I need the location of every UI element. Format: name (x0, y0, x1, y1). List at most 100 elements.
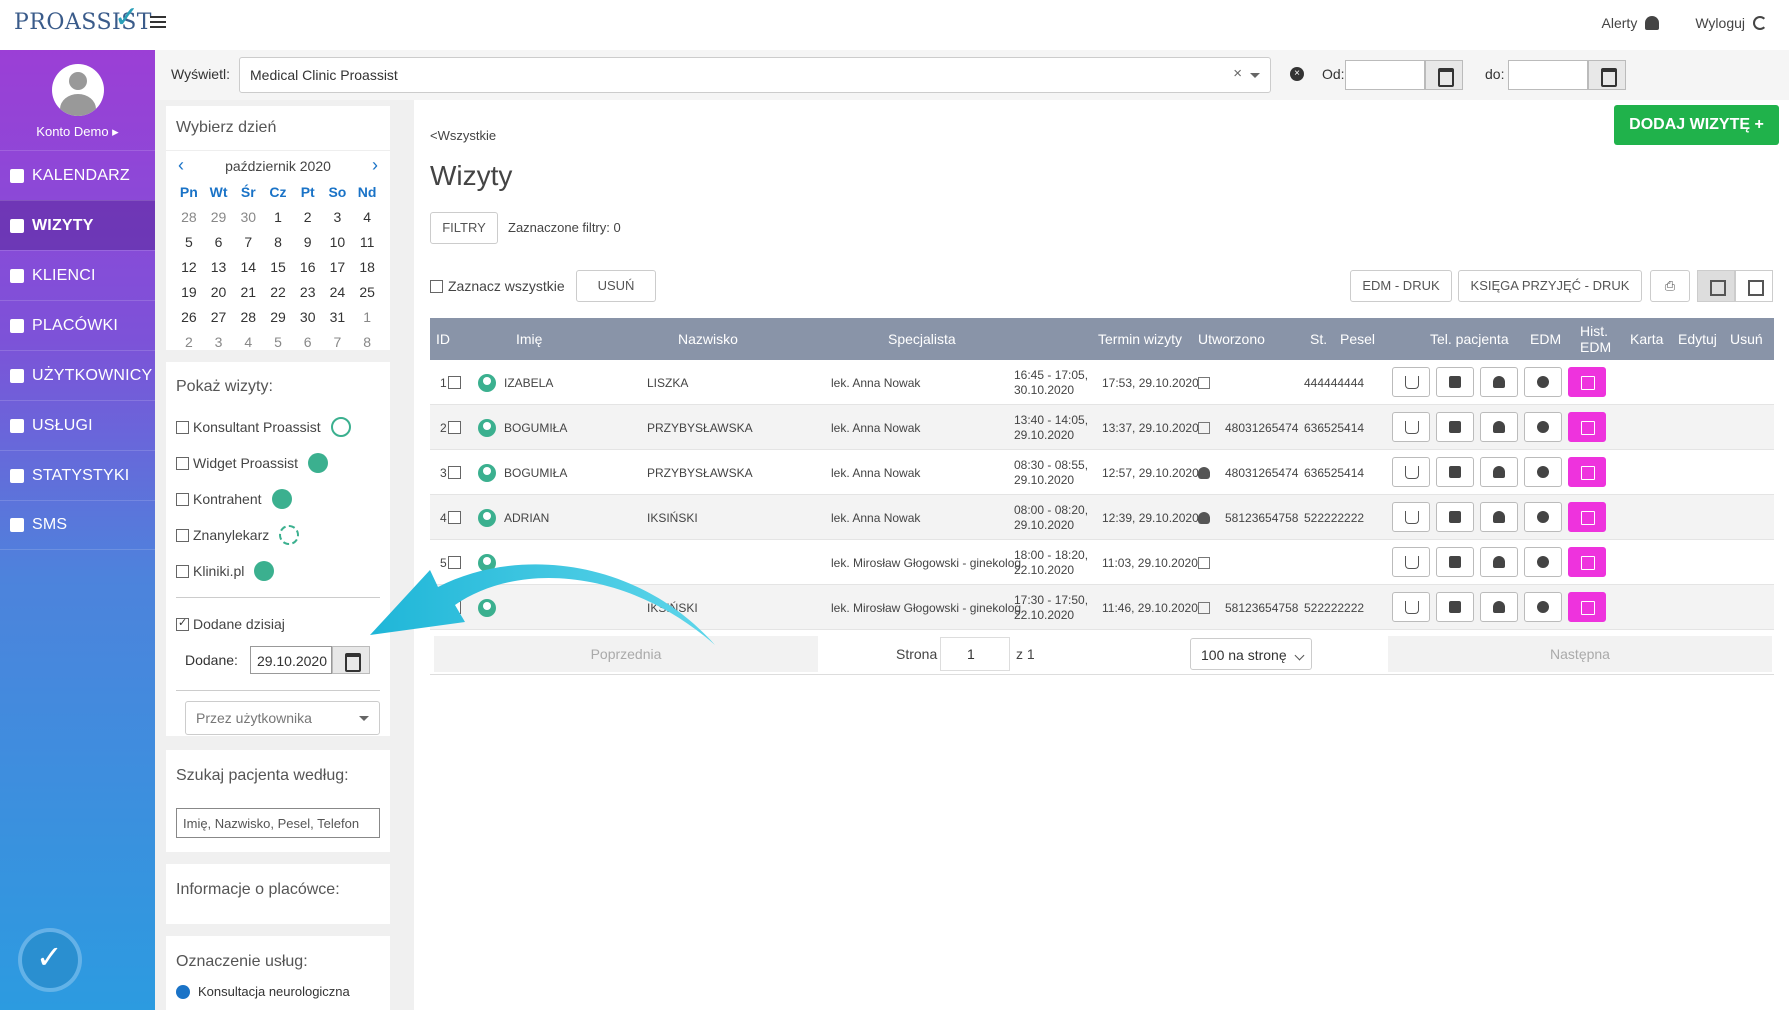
calendar-day[interactable]: 22 (263, 280, 293, 304)
calendar-day[interactable]: 15 (263, 255, 293, 279)
col-specialist[interactable]: Specjalista (888, 331, 956, 347)
calendar-day[interactable]: 31 (323, 305, 353, 329)
filters-button[interactable]: FILTRY (430, 212, 498, 244)
calendar-day[interactable]: 28 (174, 205, 204, 229)
patient-card-icon[interactable] (1480, 412, 1518, 442)
col-term[interactable]: Termin wizyty (1098, 331, 1182, 347)
checkbox[interactable] (448, 421, 461, 434)
history-briefcase-icon[interactable] (1436, 547, 1474, 577)
history-briefcase-icon[interactable] (1436, 412, 1474, 442)
profile[interactable]: Konto Demo ▸ (0, 50, 155, 150)
calendar-day[interactable]: 2 (174, 330, 204, 354)
checkbox[interactable] (448, 466, 461, 479)
delete-trash-icon[interactable] (1568, 412, 1606, 442)
calendar-day[interactable]: 1 (263, 205, 293, 229)
next-month-icon[interactable]: › (372, 155, 378, 176)
calendar-day[interactable]: 11 (352, 230, 382, 254)
sidebar-item-wizyty[interactable]: WIZYTY (0, 200, 155, 250)
edm-print-button[interactable]: EDM - DRUK (1350, 270, 1452, 302)
table-row[interactable]: 4 ADRIAN IKSIŃSKI lek. Anna Nowak 08:00 … (430, 495, 1774, 540)
row-checkbox[interactable] (448, 360, 461, 405)
history-briefcase-icon[interactable] (1436, 457, 1474, 487)
calendar-day[interactable]: 26 (174, 305, 204, 329)
checkbox[interactable] (176, 456, 189, 470)
calendar-day[interactable]: 23 (293, 280, 323, 304)
calendar-day[interactable]: 25 (352, 280, 382, 304)
add-visit-button[interactable]: DODAJ WIZYTĘ + (1614, 105, 1779, 145)
calendar-day[interactable]: 24 (323, 280, 353, 304)
account-name[interactable]: Konto Demo ▸ (0, 124, 155, 140)
delete-trash-icon[interactable] (1568, 547, 1606, 577)
edm-flask-icon[interactable] (1392, 547, 1430, 577)
edm-flask-icon[interactable] (1392, 502, 1430, 532)
patient-card-icon[interactable] (1480, 457, 1518, 487)
calendar-day[interactable]: 7 (233, 230, 263, 254)
calendar-day[interactable]: 12 (174, 255, 204, 279)
calendar-day[interactable]: 29 (263, 305, 293, 329)
sidebar-item-sms[interactable]: SMS (0, 500, 155, 550)
delete-trash-icon[interactable] (1568, 502, 1606, 532)
search-input[interactable]: Imię, Nazwisko, Pesel, Telefon (176, 808, 380, 838)
calendar-day[interactable]: 5 (263, 330, 293, 354)
row-checkbox[interactable] (448, 585, 461, 630)
calendar-day[interactable]: 28 (233, 305, 263, 329)
row-checkbox[interactable] (448, 405, 461, 450)
history-briefcase-icon[interactable] (1436, 367, 1474, 397)
print-icon[interactable]: ⎙ (1650, 270, 1690, 302)
checkbox[interactable] (176, 616, 189, 631)
delete-selected-button[interactable]: USUŃ (576, 270, 656, 302)
calendar-day[interactable]: 2 (293, 205, 323, 229)
calendar-day[interactable]: 18 (352, 255, 382, 279)
from-calendar-button[interactable] (1425, 60, 1463, 90)
edit-gear-icon[interactable] (1524, 457, 1562, 487)
patient-card-icon[interactable] (1480, 592, 1518, 622)
user-select[interactable]: Przez użytkownika (185, 701, 380, 735)
added-today-toggle[interactable]: Dodane dzisiaj (166, 606, 390, 642)
source-kontrahent[interactable]: Kontrahent (166, 481, 390, 517)
edm-flask-icon[interactable] (1392, 592, 1430, 622)
table-row[interactable]: 1 IZABELA LISZKA lek. Anna Nowak 16:45 -… (430, 360, 1774, 405)
row-checkbox[interactable] (448, 540, 461, 585)
calendar-day[interactable]: 10 (323, 230, 353, 254)
edm-flask-icon[interactable] (1392, 457, 1430, 487)
checkbox[interactable] (176, 528, 189, 542)
calendar-day[interactable]: 6 (293, 330, 323, 354)
delete-trash-icon[interactable] (1568, 367, 1606, 397)
per-page-select[interactable]: 100 na stronę (1190, 638, 1312, 670)
chat-logo-icon[interactable] (22, 932, 78, 988)
calendar-day[interactable]: 27 (204, 305, 234, 329)
patient-card-icon[interactable] (1480, 547, 1518, 577)
checkbox[interactable] (448, 601, 461, 614)
calendar-day[interactable]: 30 (293, 305, 323, 329)
edit-gear-icon[interactable] (1524, 367, 1562, 397)
col-last-name[interactable]: Nazwisko (678, 331, 738, 347)
proassist-logo[interactable]: PROASSIST ✓ (14, 0, 152, 35)
table-row[interactable]: 2 BOGUMIŁA PRZYBYSŁAWSKA lek. Anna Nowak… (430, 405, 1774, 450)
sidebar-item-uzytkownicy[interactable]: UŻYTKOWNICY (0, 350, 155, 400)
to-calendar-button[interactable] (1588, 60, 1626, 90)
delete-trash-icon[interactable] (1568, 592, 1606, 622)
calendar-day[interactable]: 4 (352, 205, 382, 229)
list-view-icon[interactable] (1697, 270, 1735, 302)
edit-gear-icon[interactable] (1524, 502, 1562, 532)
calendar-day[interactable]: 8 (263, 230, 293, 254)
source-kliniki[interactable]: Kliniki.pl (166, 553, 390, 589)
calendar-day[interactable]: 13 (204, 255, 234, 279)
col-pesel[interactable]: Pesel (1340, 331, 1375, 347)
col-first-name[interactable]: Imię (516, 331, 542, 347)
checkbox[interactable] (448, 556, 461, 569)
calendar-day[interactable]: 1 (352, 305, 382, 329)
clear-clinic-icon[interactable]: × (1233, 65, 1242, 82)
clinic-select[interactable]: Medical Clinic Proassist × (239, 57, 1271, 93)
source-konsultant[interactable]: Konsultant Proassist (166, 409, 390, 445)
delete-trash-icon[interactable] (1568, 457, 1606, 487)
edm-flask-icon[interactable] (1392, 367, 1430, 397)
added-date-input[interactable]: 29.10.2020 (249, 646, 332, 674)
history-briefcase-icon[interactable] (1436, 502, 1474, 532)
calendar-day[interactable]: 7 (323, 330, 353, 354)
next-page-button[interactable]: Następna (1388, 636, 1772, 672)
calendar-day[interactable]: 19 (174, 280, 204, 304)
row-checkbox[interactable] (448, 495, 461, 540)
calendar-day[interactable]: 8 (352, 330, 382, 354)
calendar-day[interactable]: 14 (233, 255, 263, 279)
